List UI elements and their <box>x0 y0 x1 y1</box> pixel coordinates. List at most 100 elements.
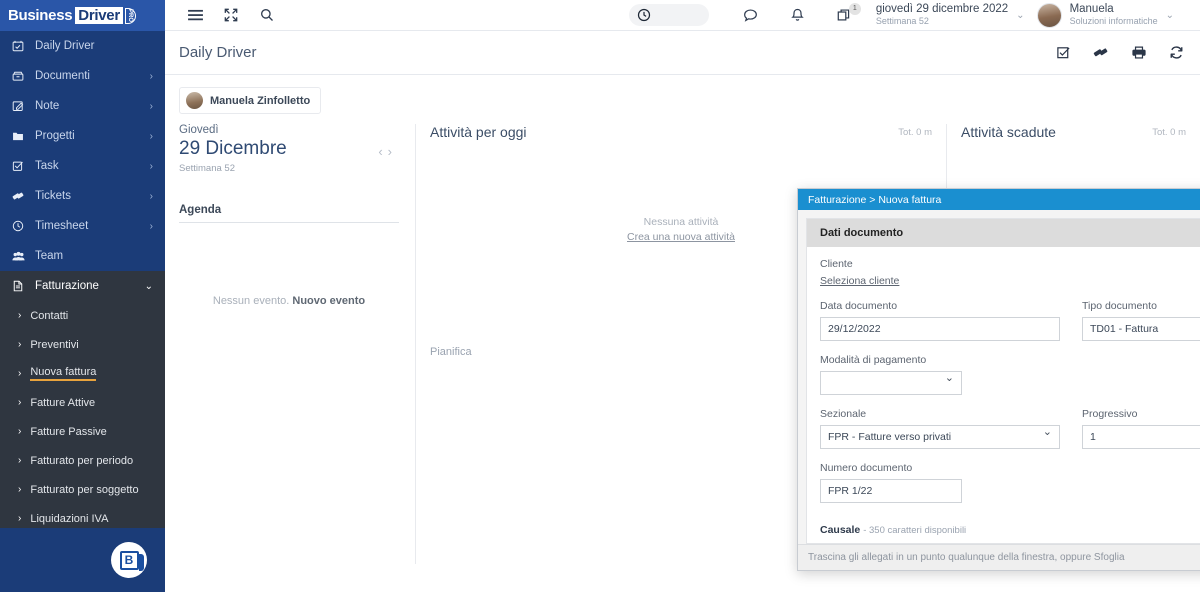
sidebar-subitem-fatture-passive[interactable]: › Fatture Passive <box>0 417 165 446</box>
sidebar-subitem-label: Fatturato per soggetto <box>30 483 139 496</box>
new-event-link[interactable]: Nuovo evento <box>292 295 365 307</box>
chevron-right-icon: › <box>18 426 22 437</box>
agenda-panel: Giovedì 29 Dicembre Settimana 52 ‹› Agen… <box>165 124 415 564</box>
cliente-label: Cliente <box>820 258 853 270</box>
sidebar-label: Team <box>35 250 64 262</box>
archive-icon <box>12 70 29 82</box>
hamburger-icon[interactable] <box>177 0 213 31</box>
chevron-down-icon[interactable]: ⌄ <box>1016 10 1024 21</box>
dialog-body: Dati documento Cliente Seleziona cliente… <box>798 210 1200 544</box>
sidebar-item-daily-driver[interactable]: Daily Driver <box>0 31 165 61</box>
chevron-right-icon: › <box>149 100 153 112</box>
sidebar-item-fatturazione[interactable]: Fatturazione ⌄ <box>0 271 165 301</box>
chevron-right-icon: › <box>149 130 153 142</box>
sidebar-item-team[interactable]: Team <box>0 241 165 271</box>
modalita-pagamento-select[interactable] <box>820 371 962 395</box>
sidebar-label: Timesheet <box>35 220 89 232</box>
today-activities-title: Attività per oggi <box>430 124 527 140</box>
data-documento-input[interactable]: 29/12/2022 <box>820 317 1060 341</box>
sidebar-item-timesheet[interactable]: Timesheet › <box>0 211 165 241</box>
sidebar-item-tickets[interactable]: Tickets › <box>0 181 165 211</box>
week-number-label: Settimana 52 <box>179 163 235 174</box>
prev-day-arrow-icon[interactable]: ‹ <box>378 144 387 159</box>
chevron-right-icon: › <box>149 160 153 172</box>
form-row-modalita: Modalità di pagamento <box>820 354 1200 395</box>
sidebar-label: Documenti <box>35 70 90 82</box>
user-menu[interactable]: Manuela Soluzioni informatiche <box>1070 3 1158 27</box>
sidebar-footer: B <box>0 528 165 592</box>
sidebar-label: Daily Driver <box>35 40 95 52</box>
sidebar-subitem-fatturato-per-periodo[interactable]: › Fatturato per periodo <box>0 446 165 475</box>
chevron-right-icon: › <box>149 190 153 202</box>
progressivo-label: Progressivo <box>1082 408 1138 420</box>
numero-documento-label: Numero documento <box>820 462 913 474</box>
sezionale-select[interactable]: FPR - Fatture verso privati <box>820 425 1060 449</box>
sidebar-subitem-contatti[interactable]: › Contatti <box>0 301 165 330</box>
sidebar-item-documenti[interactable]: Documenti › <box>0 61 165 91</box>
timer-widget[interactable] <box>628 4 709 26</box>
dialog-titlebar[interactable]: Fatturazione > Nuova fattura – ↖ ✕ <box>798 189 1200 210</box>
chevron-right-icon: › <box>149 70 153 82</box>
sidebar-subitem-label: Fatture Attive <box>30 396 96 409</box>
sidebar-item-task[interactable]: Task › <box>0 151 165 181</box>
calendar-check-icon <box>12 40 29 52</box>
progressivo-input[interactable]: 1 <box>1082 425 1200 449</box>
avatar <box>186 92 203 109</box>
chevron-right-icon: › <box>18 455 22 466</box>
tipo-documento-select[interactable]: TD01 - Fattura <box>1082 317 1200 341</box>
user-chip-label: Manuela Zinfolletto <box>210 94 311 107</box>
numero-documento-input[interactable]: FPR 1/22 <box>820 479 962 503</box>
seleziona-cliente-link[interactable]: Seleziona cliente <box>820 275 1200 287</box>
bell-icon[interactable] <box>790 8 805 23</box>
form-fields: Cliente Seleziona cliente Data documento… <box>807 247 1200 503</box>
chevron-right-icon: › <box>18 513 22 524</box>
search-icon[interactable] <box>249 0 285 31</box>
sezionale-label: Sezionale <box>820 408 867 420</box>
today-activities-total: Tot. 0 m <box>898 127 932 138</box>
sidebar-label: Note <box>35 100 60 112</box>
sidebar-item-progetti[interactable]: Progetti › <box>0 121 165 151</box>
chat-bubble-icon[interactable] <box>743 8 758 23</box>
windows-stack-icon[interactable]: 1 <box>837 2 861 23</box>
team-icon <box>12 250 29 262</box>
field-numero-documento: Numero documento FPR 1/22 <box>820 462 962 503</box>
chevron-right-icon: › <box>18 339 22 350</box>
page-actions <box>1034 45 1184 60</box>
app-logo[interactable]: Business Driver PRO <box>0 0 165 31</box>
chevron-down-icon: ⌄ <box>144 280 153 292</box>
date-nav-arrows[interactable]: ‹› <box>378 144 397 159</box>
date-selector[interactable]: giovedì 29 dicembre 2022 Settimana 52 <box>876 3 1008 27</box>
plan-label[interactable]: Pianifica <box>430 346 472 358</box>
date-week-label: Settimana 52 <box>875 16 929 27</box>
task-check-icon[interactable] <box>1056 45 1071 60</box>
sidebar-subitem-fatture-attive[interactable]: › Fatture Attive <box>0 388 165 417</box>
sidebar-subitem-nuova-fattura[interactable]: › Nuova fattura <box>0 359 165 388</box>
field-sezionale: Sezionale FPR - Fatture verso privati <box>820 408 1060 449</box>
nuova-fattura-dialog: Fatturazione > Nuova fattura – ↖ ✕ Dati … <box>797 188 1200 571</box>
main-area: 1 giovedì 29 dicembre 2022 Settimana 52 … <box>165 0 1200 592</box>
form-row-data-tipo: Data documento 29/12/2022 Tipo documento… <box>820 300 1200 341</box>
sidebar-subitem-fatturato-per-soggetto[interactable]: › Fatturato per soggetto <box>0 475 165 504</box>
sidebar: Business Driver PRO Daily Driver Documenti… <box>0 0 165 592</box>
chevron-down-icon[interactable]: ⌄ <box>1166 10 1174 21</box>
next-day-arrow-icon[interactable]: › <box>388 144 397 159</box>
notification-badge: 1 <box>848 2 861 15</box>
sidebar-item-note[interactable]: Note › <box>0 91 165 121</box>
field-modalita-pagamento: Modalità di pagamento <box>820 354 962 395</box>
modalita-pagamento-label: Modalità di pagamento <box>820 354 927 366</box>
sidebar-nav: Daily Driver Documenti › Note › Progetti… <box>0 31 165 537</box>
business-driver-badge-icon[interactable]: B <box>111 542 147 578</box>
sidebar-subitem-preventivi[interactable]: › Preventivi <box>0 330 165 359</box>
avatar[interactable] <box>1036 2 1062 28</box>
folder-icon <box>12 130 29 142</box>
field-tipo-documento: Tipo documento TD01 - Fattura <box>1082 300 1200 341</box>
field-progressivo: Progressivo 1 <box>1082 408 1200 449</box>
print-icon[interactable] <box>1131 45 1147 60</box>
user-filter-chip[interactable]: Manuela Zinfolletto <box>179 87 322 114</box>
fullscreen-icon[interactable] <box>213 0 249 31</box>
clock-icon <box>637 8 651 22</box>
ticket-icon[interactable] <box>1093 45 1109 60</box>
refresh-icon[interactable] <box>1169 45 1184 60</box>
page-title: Daily Driver <box>179 44 257 61</box>
logo-text-pro: PRO <box>124 7 136 24</box>
